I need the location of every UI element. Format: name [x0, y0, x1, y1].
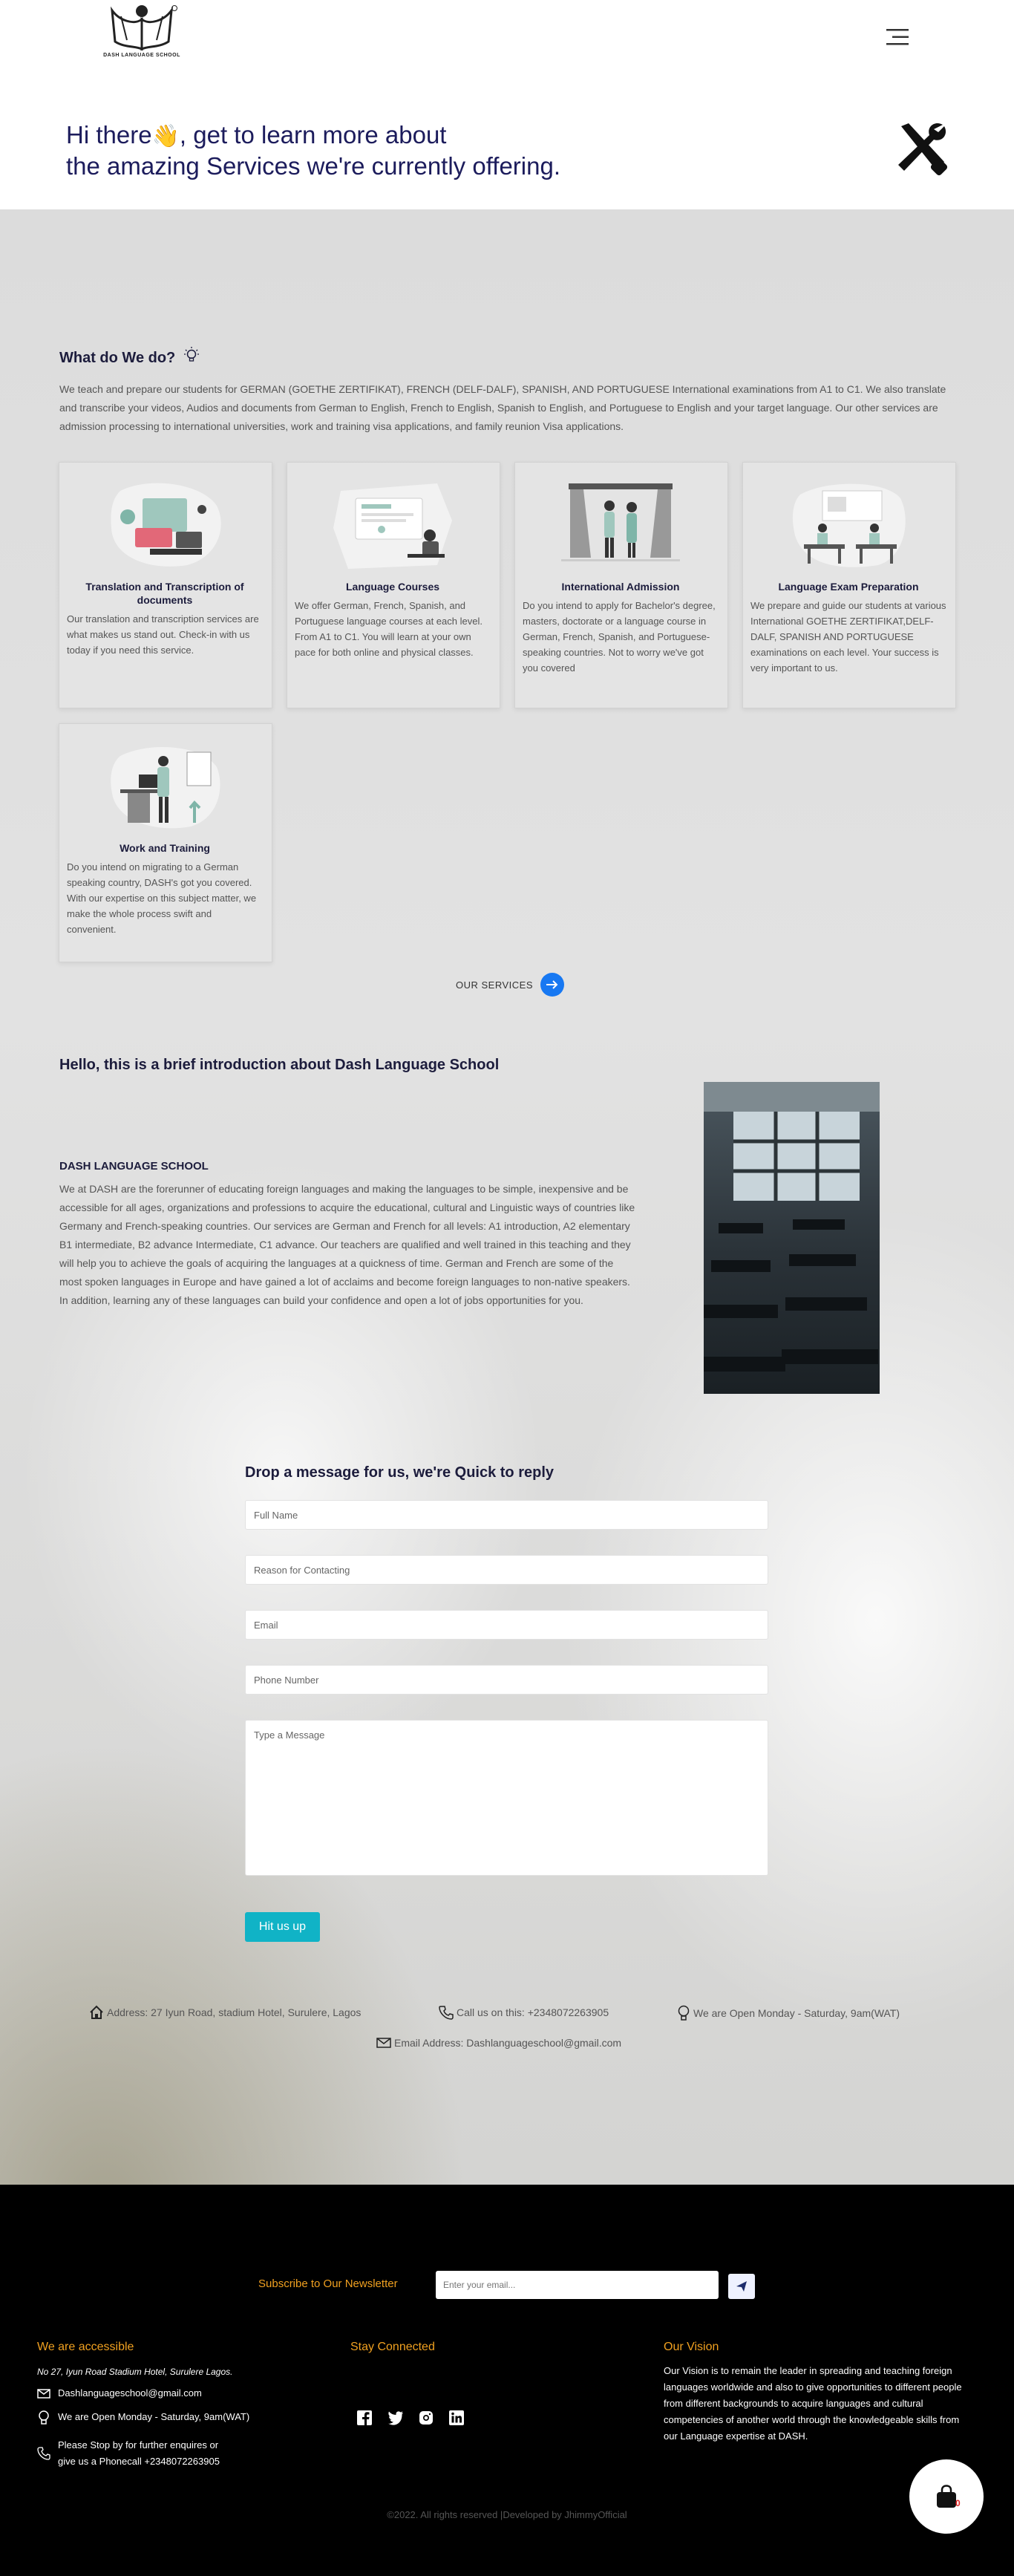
- contact-address: Address: 27 Iyun Road, stadium Hotel, Su…: [89, 2005, 361, 2020]
- linkedin-icon[interactable]: [448, 2410, 465, 2426]
- facebook-icon[interactable]: [356, 2410, 373, 2426]
- home-icon: [90, 2005, 103, 2019]
- service-card-language-courses[interactable]: Language Courses We offer German, French…: [287, 462, 500, 708]
- footer-phone-line1: Please Stop by for further enquires or: [58, 2439, 219, 2451]
- send-icon: [736, 2281, 747, 2292]
- work-training-illustration: [111, 747, 220, 829]
- footer-hours: We are Open Monday - Saturday, 9am(WAT): [37, 2409, 249, 2425]
- cart-button[interactable]: 0: [909, 2459, 984, 2534]
- instagram-icon[interactable]: [419, 2410, 434, 2425]
- footer-phone-text: Please Stop by for further enquires or g…: [58, 2437, 220, 2470]
- social-links: [356, 2410, 465, 2426]
- stay-connected-heading: Stay Connected: [350, 2341, 435, 2353]
- what-we-do-heading-text: What do We do?: [59, 350, 176, 366]
- contact-hours-text: We are Open Monday - Saturday, 9am(WAT): [693, 2007, 900, 2019]
- arrow-right-icon: [540, 973, 565, 997]
- our-services-label: OUR SERVICES: [456, 979, 534, 991]
- service-card-international-admission[interactable]: International Admission Do you intend to…: [514, 462, 728, 708]
- envelope-icon: [376, 2038, 391, 2048]
- lightbulb-icon: [183, 347, 199, 362]
- footer-hours-text: We are Open Monday - Saturday, 9am(WAT): [58, 2411, 250, 2422]
- tools-icon: [898, 123, 948, 176]
- our-vision-text: Our Vision is to remain the leader in sp…: [664, 2365, 962, 2442]
- message-textarea[interactable]: [245, 1720, 768, 1876]
- reason-input[interactable]: [245, 1555, 768, 1585]
- service-text: We prepare and guide our students at var…: [750, 600, 946, 674]
- newsletter-submit-button[interactable]: [728, 2274, 755, 2299]
- twitter-icon[interactable]: [387, 2410, 404, 2425]
- logo-icon: [110, 5, 177, 51]
- lightbulb-icon: [39, 2410, 49, 2425]
- footer-phone[interactable]: Please Stop by for further enquires or g…: [37, 2437, 220, 2470]
- site-footer: Subscribe to Our Newsletter We are acces…: [0, 2185, 1014, 2576]
- contact-phone: Call us on this: +2348072263905: [439, 2005, 609, 2020]
- phone-icon: [37, 2447, 50, 2460]
- cart-count: 0: [955, 2498, 961, 2508]
- hamburger-menu-icon: [886, 29, 909, 45]
- service-title: Translation and Transcription of documen…: [85, 581, 244, 606]
- service-card-work-training[interactable]: Work and Training Do you intend on migra…: [59, 723, 272, 962]
- site-header: DASH LANGUAGE SCHOOL Hi there👋, get to l…: [0, 0, 1014, 209]
- contact-address-text: Address: 27 Iyun Road, stadium Hotel, Su…: [107, 2006, 362, 2018]
- language-courses-illustration: [333, 483, 452, 569]
- submit-button[interactable]: Hit us up: [245, 1912, 320, 1942]
- hero-line1-rest: , get to learn more about: [179, 121, 447, 149]
- service-card-exam-preparation[interactable]: Language Exam Preparation We prepare and…: [742, 462, 956, 708]
- our-services-link[interactable]: OUR SERVICES: [456, 972, 565, 997]
- footer-email[interactable]: Dashlanguageschool@gmail.com: [37, 2385, 202, 2401]
- international-admission-illustration: [561, 483, 680, 561]
- logo[interactable]: DASH LANGUAGE SCHOOL: [99, 3, 185, 64]
- footer-address: No 27, Iyun Road Stadium Hotel, Surulere…: [37, 2367, 233, 2377]
- footer-phone-line2: give us a Phonecall +2348072263905: [58, 2456, 220, 2467]
- hamburger-menu-button[interactable]: [885, 27, 912, 48]
- our-vision-heading: Our Vision: [664, 2341, 719, 2353]
- accessible-heading: We are accessible: [37, 2341, 134, 2353]
- service-card-translation[interactable]: Translation and Transcription of documen…: [59, 462, 272, 708]
- what-we-do-heading: What do We do?: [59, 345, 200, 367]
- service-title: International Admission: [561, 581, 680, 593]
- hero-line2: the amazing Services we're currently off…: [66, 152, 560, 180]
- contact-hours: We are Open Monday - Saturday, 9am(WAT): [677, 2005, 900, 2021]
- contact-email-text: Email Address: Dashlanguageschool@gmail.…: [394, 2037, 622, 2049]
- service-title: Language Courses: [345, 581, 440, 593]
- main-content: What do We do? We teach and prepare our …: [0, 209, 1014, 2185]
- what-we-do-description: We teach and prepare our students for GE…: [59, 383, 946, 432]
- service-title: Work and Training: [120, 842, 210, 854]
- lightbulb-icon: [678, 2005, 690, 2021]
- email-input[interactable]: [245, 1610, 768, 1640]
- intro-heading: Hello, this is a brief introduction abou…: [59, 1057, 500, 1073]
- logo-text: DASH LANGUAGE SCHOOL: [103, 53, 180, 58]
- contact-form-heading: Drop a message for us, we're Quick to re…: [245, 1464, 555, 1481]
- translation-illustration: [111, 483, 221, 567]
- intro-text: We at DASH are the forerunner of educati…: [59, 1183, 635, 1306]
- full-name-input[interactable]: [245, 1500, 768, 1530]
- service-title: Language Exam Preparation: [778, 581, 919, 593]
- contact-phone-text: Call us on this: +2348072263905: [457, 2006, 609, 2018]
- newsletter-label: Subscribe to Our Newsletter: [258, 2277, 398, 2290]
- contact-email: Email Address: Dashlanguageschool@gmail.…: [376, 2037, 621, 2049]
- hero-line1: Hi there: [66, 121, 152, 149]
- classroom-photo: [704, 1082, 880, 1394]
- footer-email-text: Dashlanguageschool@gmail.com: [58, 2387, 202, 2399]
- copyright-text: ©2022. All rights reserved |Developed by…: [387, 2509, 627, 2520]
- service-text: Do you intend to apply for Bachelor's de…: [523, 600, 716, 674]
- phone-input[interactable]: [245, 1665, 768, 1695]
- service-text: Do you intend on migrating to a German s…: [67, 861, 257, 935]
- exam-preparation-illustration: [792, 483, 906, 567]
- service-text: We offer German, French, Spanish, and Po…: [295, 600, 483, 658]
- newsletter-email-input[interactable]: [436, 2271, 719, 2299]
- hero-title: Hi there👋, get to learn more about the a…: [66, 120, 734, 181]
- waving-hand-icon: 👋: [151, 124, 180, 149]
- phone-icon: [439, 2006, 454, 2020]
- envelope-icon: [37, 2389, 50, 2399]
- intro-subheading: DASH LANGUAGE SCHOOL: [59, 1160, 209, 1173]
- service-text: Our translation and transcription servic…: [67, 613, 259, 656]
